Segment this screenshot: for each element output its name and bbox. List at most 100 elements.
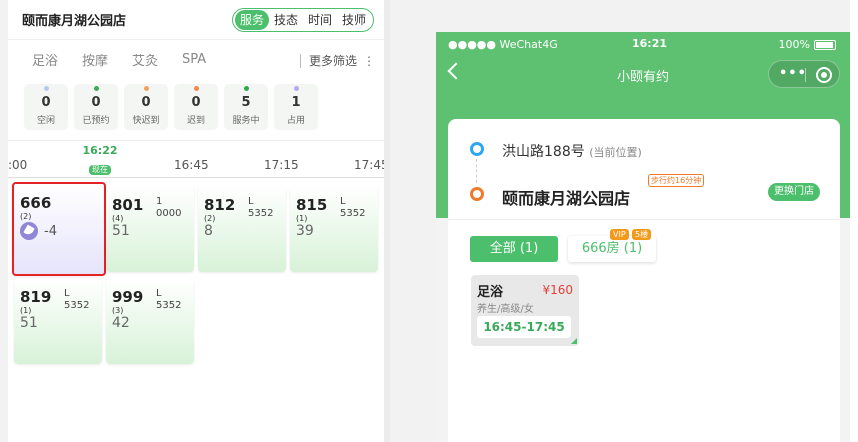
room-count: (2): [20, 212, 32, 221]
stat-idle[interactable]: 0 空闲: [24, 84, 68, 130]
current-time: 16:22: [82, 144, 118, 157]
room-number: 815: [296, 196, 328, 214]
route-connector: [476, 159, 477, 183]
current-address: 洪山路188号 (当前位置): [502, 141, 642, 161]
more-filters-button[interactable]: 更多筛选 ⋮: [299, 52, 375, 69]
room-code: 1: [156, 196, 163, 207]
status-dot-icon: [144, 86, 149, 91]
room-code-2: 5352: [156, 300, 182, 311]
more-vertical-icon: ⋮: [363, 53, 375, 68]
stat-label: 服务中: [232, 116, 260, 126]
stat-in-service[interactable]: 5 服务中: [224, 84, 268, 130]
walk-time-badge: 步行约16分钟: [648, 174, 705, 187]
service-name: 足浴: [477, 285, 504, 300]
room-number: 999: [112, 288, 144, 306]
room-card-819[interactable]: 819 (1) L 5352 51: [14, 278, 102, 364]
room-card-815[interactable]: 815 (1) L 5352 39: [290, 186, 378, 272]
room-code: L: [248, 196, 254, 207]
filter-foot-bath[interactable]: 足浴: [32, 50, 58, 69]
switch-store-button[interactable]: 更换门店: [768, 183, 820, 201]
divider: [8, 177, 384, 178]
battery-percent: 100%: [778, 38, 810, 51]
room-value: 51: [112, 223, 130, 239]
room-code-2: 5352: [340, 208, 366, 219]
time-axis[interactable]: :00 16:22 现在 16:45 17:15 17:45: [8, 140, 384, 178]
schedule-panel: 颐而康月湖公园店 服务 技态 时间 技师 足浴 按摩 艾灸 SPA 更多筛选 ⋮…: [8, 0, 384, 442]
segment-service[interactable]: 服务: [234, 9, 269, 30]
status-dot-icon: [194, 86, 199, 91]
filter-massage[interactable]: 按摩: [82, 50, 108, 69]
service-card[interactable]: 足浴 ¥160 养生/高级/女 16:45-17:45: [471, 275, 579, 346]
room-count: (1): [20, 306, 32, 315]
more-dots-icon[interactable]: •••: [779, 67, 807, 80]
segment-technician[interactable]: 技师: [337, 10, 371, 30]
status-dot-icon: [244, 86, 249, 91]
segment-time[interactable]: 时间: [303, 10, 337, 30]
store-name: 颐而康月湖公园店: [22, 14, 127, 29]
mini-program-capsule: •••: [768, 60, 840, 88]
time-tick: 17:45: [354, 158, 384, 172]
time-tick: :00: [8, 158, 28, 172]
room-card-999[interactable]: 999 (3) L 5352 42: [106, 278, 194, 364]
address-card: 洪山路188号 (当前位置) 步行约16分钟 颐而康月湖公园店 更换门店: [448, 119, 840, 219]
stat-label: 已预约: [82, 116, 110, 126]
time-tick: 17:15: [264, 158, 299, 172]
battery-icon: [814, 39, 836, 50]
phone-preview: ●●●●● WeChat4G 16:21 100% 小颐有约 ••• 洪山路18…: [436, 32, 850, 442]
carrier-signal: ●●●●● WeChat4G: [448, 38, 558, 51]
view-segmented-control: 服务 技态 时间 技师: [231, 7, 374, 32]
stat-occupied[interactable]: 1 占用: [274, 84, 318, 130]
more-filters-label: 更多筛选: [308, 54, 357, 68]
room-count: (3): [112, 306, 124, 315]
status-time: 16:21: [632, 37, 668, 50]
status-dot-icon: [294, 86, 299, 91]
status-dot-icon: [94, 86, 99, 91]
corner-mark-icon: [571, 338, 577, 344]
room-code-2: 5352: [248, 208, 274, 219]
nav-bar: 小颐有约 •••: [436, 58, 850, 92]
window-edge: [850, 0, 858, 442]
tab-all[interactable]: 全部 (1): [470, 236, 558, 262]
room-number: 666: [20, 194, 52, 212]
filter-spa[interactable]: SPA: [182, 52, 206, 67]
status-summary: 0 空闲 0 已预约 0 快迟到 0 迟到 5 服务中 1 占用: [24, 84, 324, 130]
room-value: 8: [204, 223, 213, 239]
stat-almost-late[interactable]: 0 快迟到: [124, 84, 168, 130]
location-pin-icon: [470, 142, 484, 156]
room-number: 801: [112, 196, 144, 214]
room-card-812[interactable]: 812 (2) L 5352 8: [198, 186, 286, 272]
room-card-801[interactable]: 801 (4) 1 0000 51: [106, 186, 194, 272]
room-code: L: [64, 288, 70, 299]
selected-store-name: 颐而康月湖公园店: [502, 189, 631, 208]
segment-tech-status[interactable]: 技态: [269, 10, 303, 30]
room-value: 39: [296, 223, 314, 239]
service-detail: 养生/高级/女: [477, 304, 534, 315]
status-dot-icon: [44, 86, 49, 91]
battery-status: 100%: [779, 38, 836, 51]
store-pin-icon: [470, 187, 484, 201]
stat-late[interactable]: 0 迟到: [174, 84, 218, 130]
room-value: 42: [112, 315, 130, 331]
divider: [805, 68, 806, 82]
stat-label: 空闲: [36, 116, 55, 126]
room-code-2: 0000: [156, 208, 182, 219]
divider: [299, 53, 301, 68]
service-price: ¥160: [542, 283, 573, 297]
status-bar: ●●●●● WeChat4G 16:21 100%: [436, 32, 850, 56]
stat-label: 快迟到: [132, 116, 160, 126]
room-number: 812: [204, 196, 236, 214]
room-code: L: [340, 196, 346, 207]
room-count: (2): [204, 214, 216, 223]
panel-divider: [384, 0, 390, 442]
room-number: 819: [20, 288, 52, 306]
room-card-666[interactable]: 666 (2) -4: [12, 182, 106, 276]
current-time-marker: 16:22 现在: [80, 144, 120, 176]
close-circle-icon[interactable]: [816, 67, 832, 83]
stat-label: 迟到: [186, 116, 205, 126]
panel-header: 颐而康月湖公园店 服务 技态 时间 技师: [8, 0, 384, 40]
floor-badge: 5楼: [632, 229, 652, 240]
room-value: -4: [44, 224, 57, 239]
filter-moxibustion[interactable]: 艾灸: [132, 50, 158, 69]
time-tick: 16:45: [174, 158, 209, 172]
stat-reserved[interactable]: 0 已预约: [74, 84, 118, 130]
